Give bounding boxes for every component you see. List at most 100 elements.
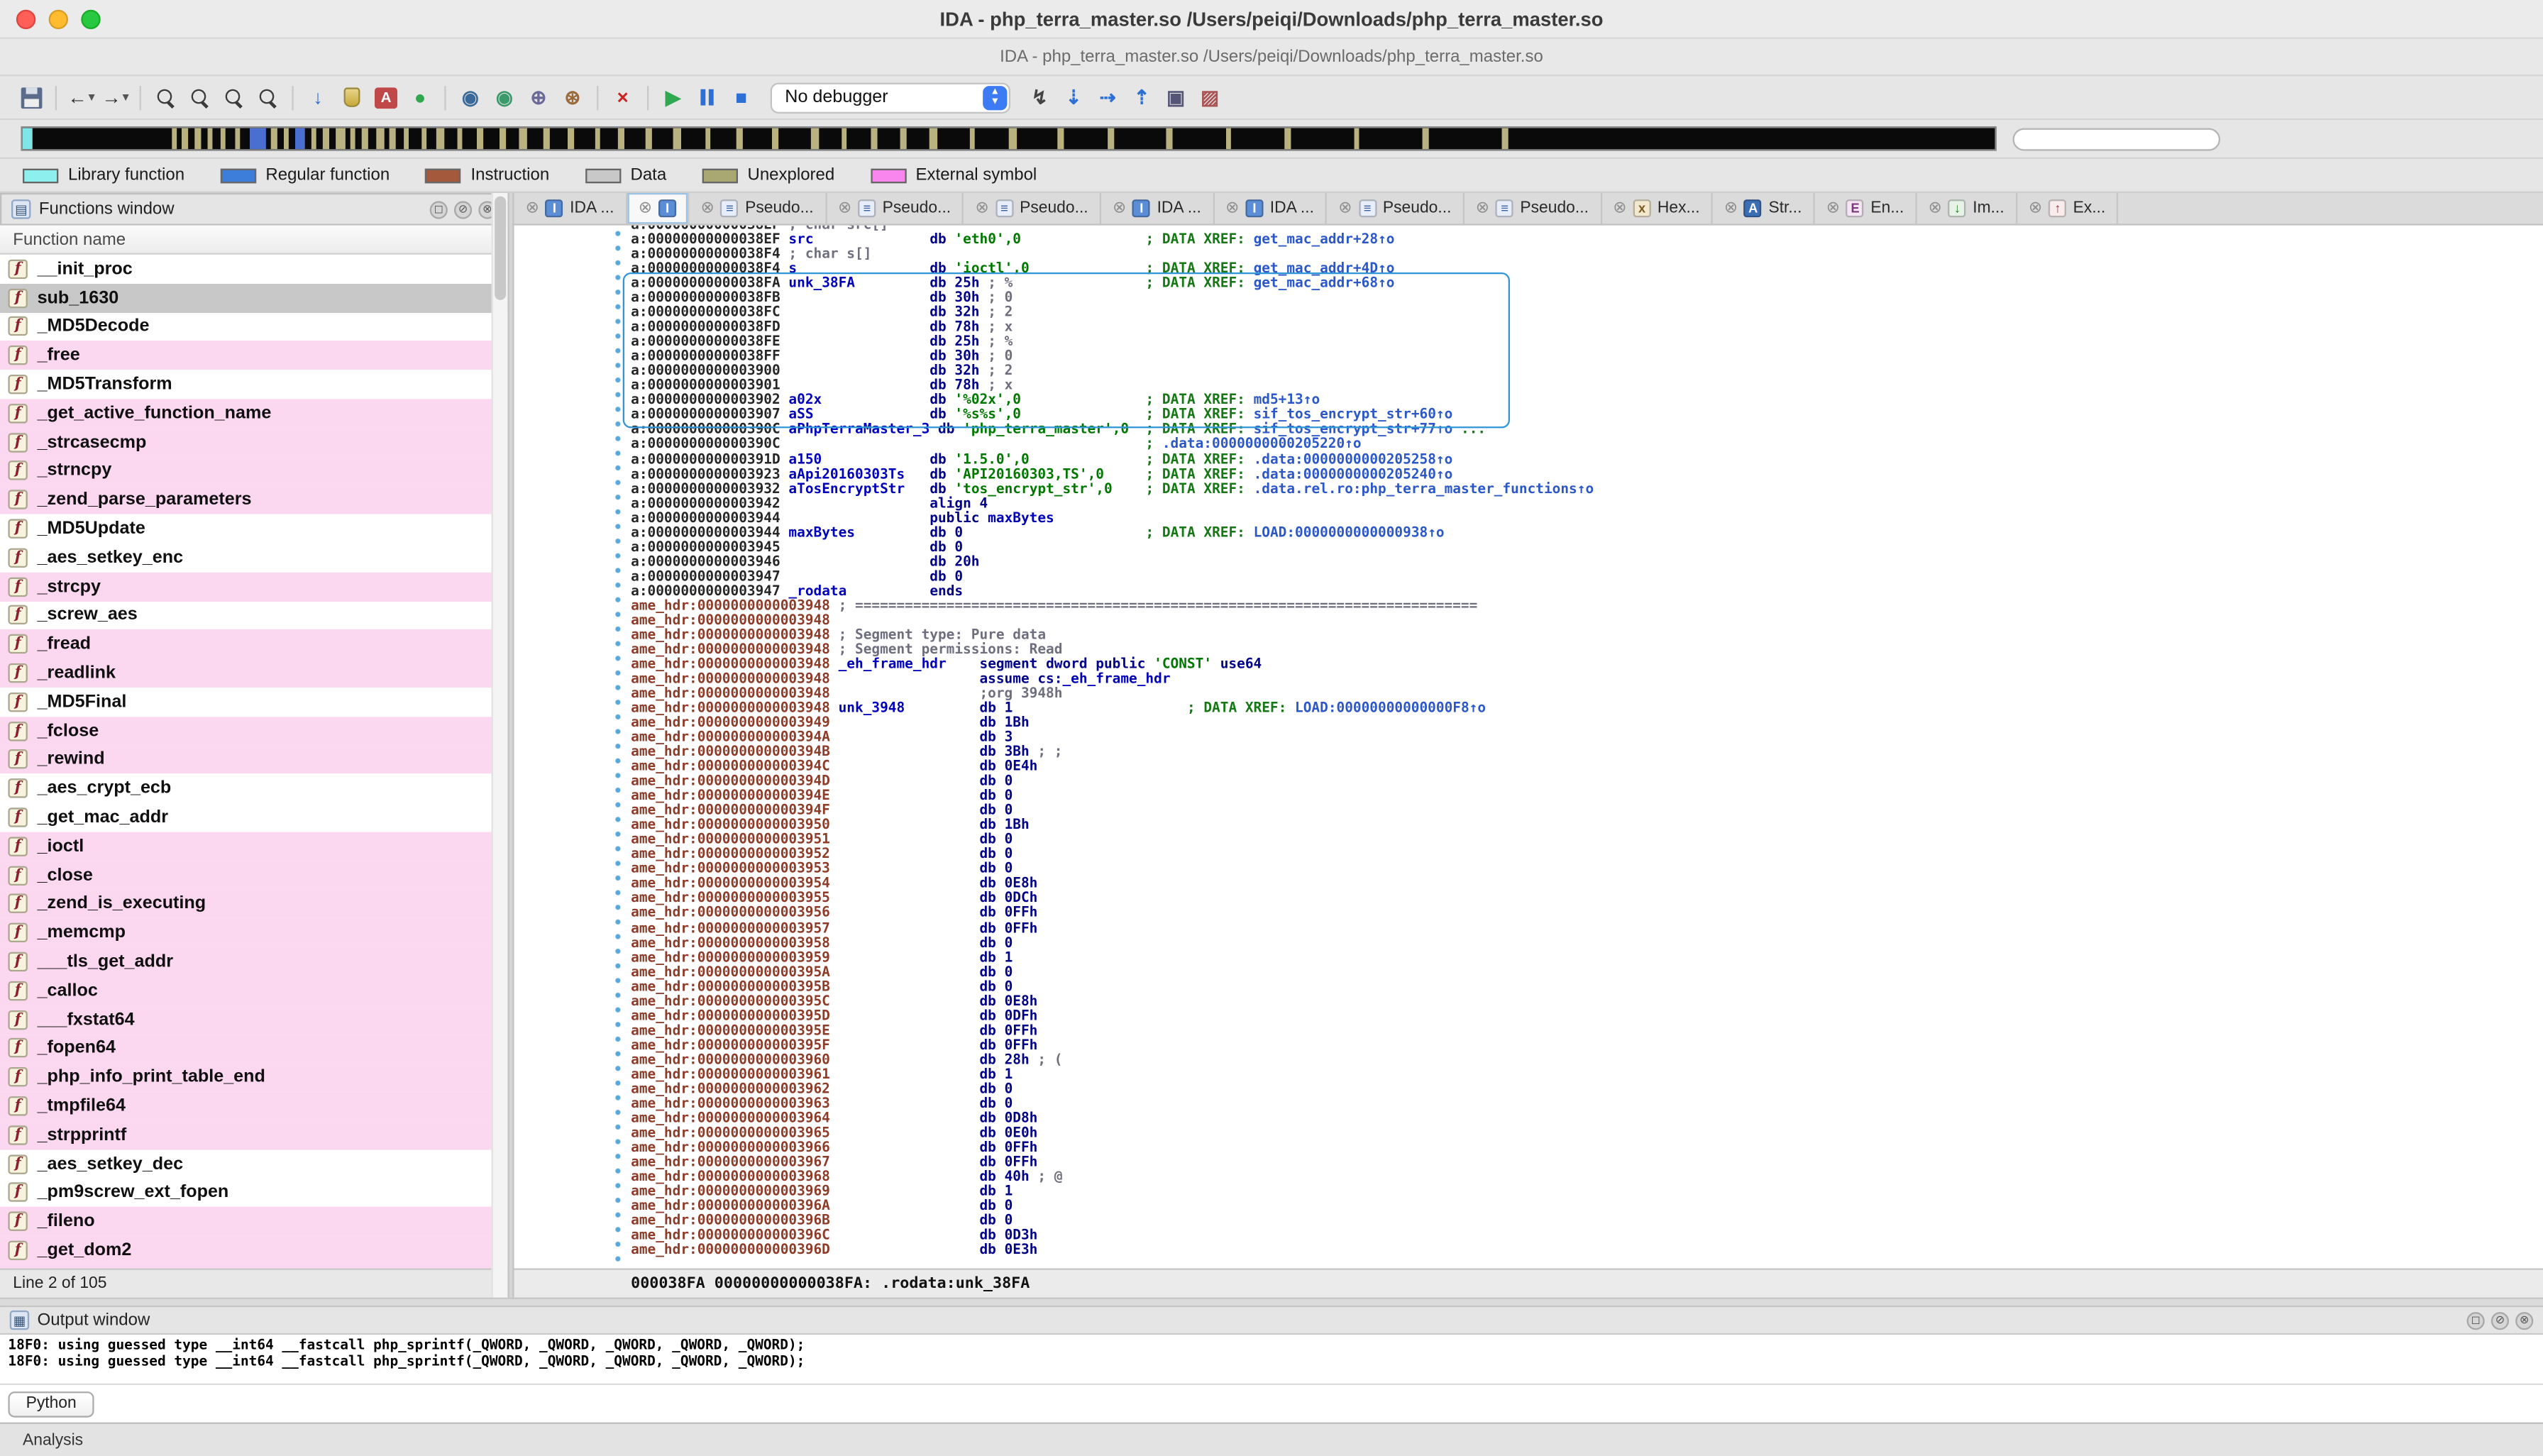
function-row[interactable]: f_pm9screw_ext_fopen (0, 1179, 507, 1208)
function-row[interactable]: f_MD5Transform (0, 370, 507, 399)
function-row[interactable]: f_strcpy (0, 572, 507, 601)
function-row[interactable]: f_readlink (0, 658, 507, 688)
function-row[interactable]: f_get_active_function_name (0, 399, 507, 428)
python-button[interactable]: Python (8, 1391, 94, 1417)
desktop-windows-icon[interactable]: ▣ (1162, 83, 1191, 112)
function-row[interactable]: f_fopen64 (0, 1034, 507, 1063)
panel-splitter[interactable] (507, 193, 514, 1298)
tab-close-icon[interactable]: ⊗ (2029, 199, 2042, 217)
continue-process-icon[interactable]: ▶ (658, 83, 688, 112)
function-row[interactable]: f_tmpfile64 (0, 1092, 507, 1121)
tab-close-icon[interactable]: ⊗ (1338, 199, 1352, 217)
search-next-text-icon[interactable] (185, 83, 214, 112)
trace-window-icon[interactable]: ⊛ (558, 83, 587, 112)
listing-line[interactable]: ame_hdr:000000000000396D db 0E3h (631, 1245, 2543, 1259)
view-tab[interactable]: ⊗≡Pseudo... (827, 193, 964, 224)
tab-close-icon[interactable]: ⊗ (526, 199, 539, 217)
tab-close-icon[interactable]: ⊗ (838, 199, 851, 217)
view-tab[interactable]: ⊗xHex... (1601, 193, 1713, 224)
function-name-column-header[interactable]: Function name (0, 226, 507, 255)
tab-close-icon[interactable]: ⊗ (1724, 199, 1738, 217)
function-row[interactable]: f___tls_get_addr (0, 947, 507, 976)
start-process-icon[interactable]: ● (405, 83, 434, 112)
view-tab[interactable]: ⊗I (627, 193, 690, 224)
tab-close-icon[interactable]: ⊗ (700, 199, 714, 217)
output-log[interactable]: 18F0: using guessed type __int64 __fastc… (0, 1335, 2543, 1384)
jump-address-icon[interactable]: ↓ (303, 83, 332, 112)
function-row[interactable]: f_strcasecmp (0, 428, 507, 457)
minimize-window-button[interactable] (49, 10, 68, 29)
function-row[interactable]: f_aes_crypt_ecb (0, 774, 507, 803)
enable-breakpoint-icon[interactable]: ◉ (490, 83, 519, 112)
view-tab[interactable]: ⊗AStr... (1713, 193, 1815, 224)
search-bytes-icon[interactable] (219, 83, 248, 112)
attach-process-icon[interactable]: ↯ (1025, 83, 1054, 112)
combo-stepper-icon[interactable]: ▲▼ (983, 85, 1007, 109)
function-row[interactable]: f_ioctl (0, 832, 507, 861)
view-tab[interactable]: ⊗IIDA ... (1214, 193, 1327, 224)
tab-close-icon[interactable]: ⊗ (1476, 199, 1489, 217)
function-row[interactable]: f_strpprintf (0, 1120, 507, 1149)
zoom-window-button[interactable] (81, 10, 100, 29)
add-watch-icon[interactable]: ⊕ (524, 83, 553, 112)
function-row[interactable]: f_php_info_print_table_end (0, 1063, 507, 1092)
function-row[interactable]: f_MD5Update (0, 514, 507, 544)
tab-close-icon[interactable]: ⊗ (1929, 199, 1942, 217)
output-window-header[interactable]: ▦ Output window ◻ ⊘ ⊗ (0, 1307, 2543, 1335)
tab-close-icon[interactable]: ⊗ (1225, 199, 1239, 217)
navband-range-box[interactable] (2013, 127, 2221, 150)
function-row[interactable]: f_MD5Final (0, 688, 507, 717)
panel-float-icon[interactable]: ⊘ (454, 200, 472, 218)
breakpoint-icon[interactable]: ◉ (456, 83, 485, 112)
tab-close-icon[interactable]: ⊗ (975, 199, 988, 217)
function-row[interactable]: f_calloc (0, 976, 507, 1005)
tab-close-icon[interactable]: ⊗ (1613, 199, 1626, 217)
screenshot-icon[interactable]: A (371, 83, 400, 112)
stop-process-icon[interactable]: ■ (727, 83, 756, 112)
functions-scrollbar[interactable] (492, 193, 508, 1298)
function-row[interactable]: f__init_proc (0, 255, 507, 284)
function-row[interactable]: f_screw_aes (0, 601, 507, 630)
function-row[interactable]: f_memcmp (0, 918, 507, 947)
close-window-button[interactable] (16, 10, 35, 29)
cancel-analysis-icon[interactable]: × (608, 83, 637, 112)
function-row[interactable]: f___fxstat64 (0, 1005, 507, 1034)
output-close-icon[interactable]: ⊗ (2515, 1311, 2533, 1329)
function-row[interactable]: f_fread (0, 630, 507, 659)
output-restore-icon[interactable]: ◻ (2467, 1311, 2485, 1329)
functions-panel-header[interactable]: ▤ Functions window ◻ ⊘ ⊗ (0, 193, 507, 226)
tracing-icon[interactable] (337, 83, 366, 112)
navigate-forward-icon[interactable]: →▾ (101, 83, 130, 112)
function-row[interactable]: f_get_dom2 (0, 1236, 507, 1265)
function-row[interactable]: f_close (0, 861, 507, 890)
tab-close-icon[interactable]: ⊗ (639, 199, 652, 217)
output-splitter[interactable] (0, 1298, 2543, 1308)
function-row[interactable]: f_aes_setkey_enc (0, 544, 507, 573)
panel-restore-icon[interactable]: ◻ (430, 200, 448, 218)
save-icon[interactable] (16, 83, 45, 112)
search-next-bytes-icon[interactable] (253, 83, 282, 112)
function-row[interactable]: f_zend_parse_parameters (0, 485, 507, 514)
function-row[interactable]: f_aes_setkey_dec (0, 1149, 507, 1179)
view-tab[interactable]: ⊗IIDA ... (1101, 193, 1214, 224)
search-text-icon[interactable] (151, 83, 180, 112)
listing-line[interactable]: a:00000000000038EF src db 'eth0',0 ; DAT… (631, 233, 2543, 248)
function-row[interactable]: f_fclose (0, 717, 507, 746)
view-tab[interactable]: ⊗≡Pseudo... (1327, 193, 1464, 224)
view-tab[interactable]: ⊗↑Ex... (2017, 193, 2119, 224)
function-row[interactable]: f_fileno (0, 1207, 507, 1236)
view-tab[interactable]: ⊗↓Im... (1917, 193, 2017, 224)
function-row[interactable]: f_zend_is_executing (0, 890, 507, 919)
navigation-band[interactable] (21, 126, 1997, 150)
output-float-icon[interactable]: ⊘ (2491, 1311, 2509, 1329)
view-tab[interactable]: ⊗≡Pseudo... (689, 193, 827, 224)
tab-close-icon[interactable]: ⊗ (1113, 199, 1126, 217)
pause-process-icon[interactable] (693, 83, 722, 112)
function-row[interactable]: f_MD5Decode (0, 312, 507, 341)
function-row[interactable]: f_malloc (0, 1265, 507, 1269)
listing-line[interactable]: ame_hdr:0000000000003948 ; =============… (631, 600, 2543, 614)
step-into-icon[interactable]: ⇣ (1059, 83, 1088, 112)
navigate-back-icon[interactable]: ←▾ (67, 83, 96, 112)
view-tab[interactable]: ⊗IIDA ... (514, 193, 627, 224)
view-tab[interactable]: ⊗≡Pseudo... (964, 193, 1101, 224)
